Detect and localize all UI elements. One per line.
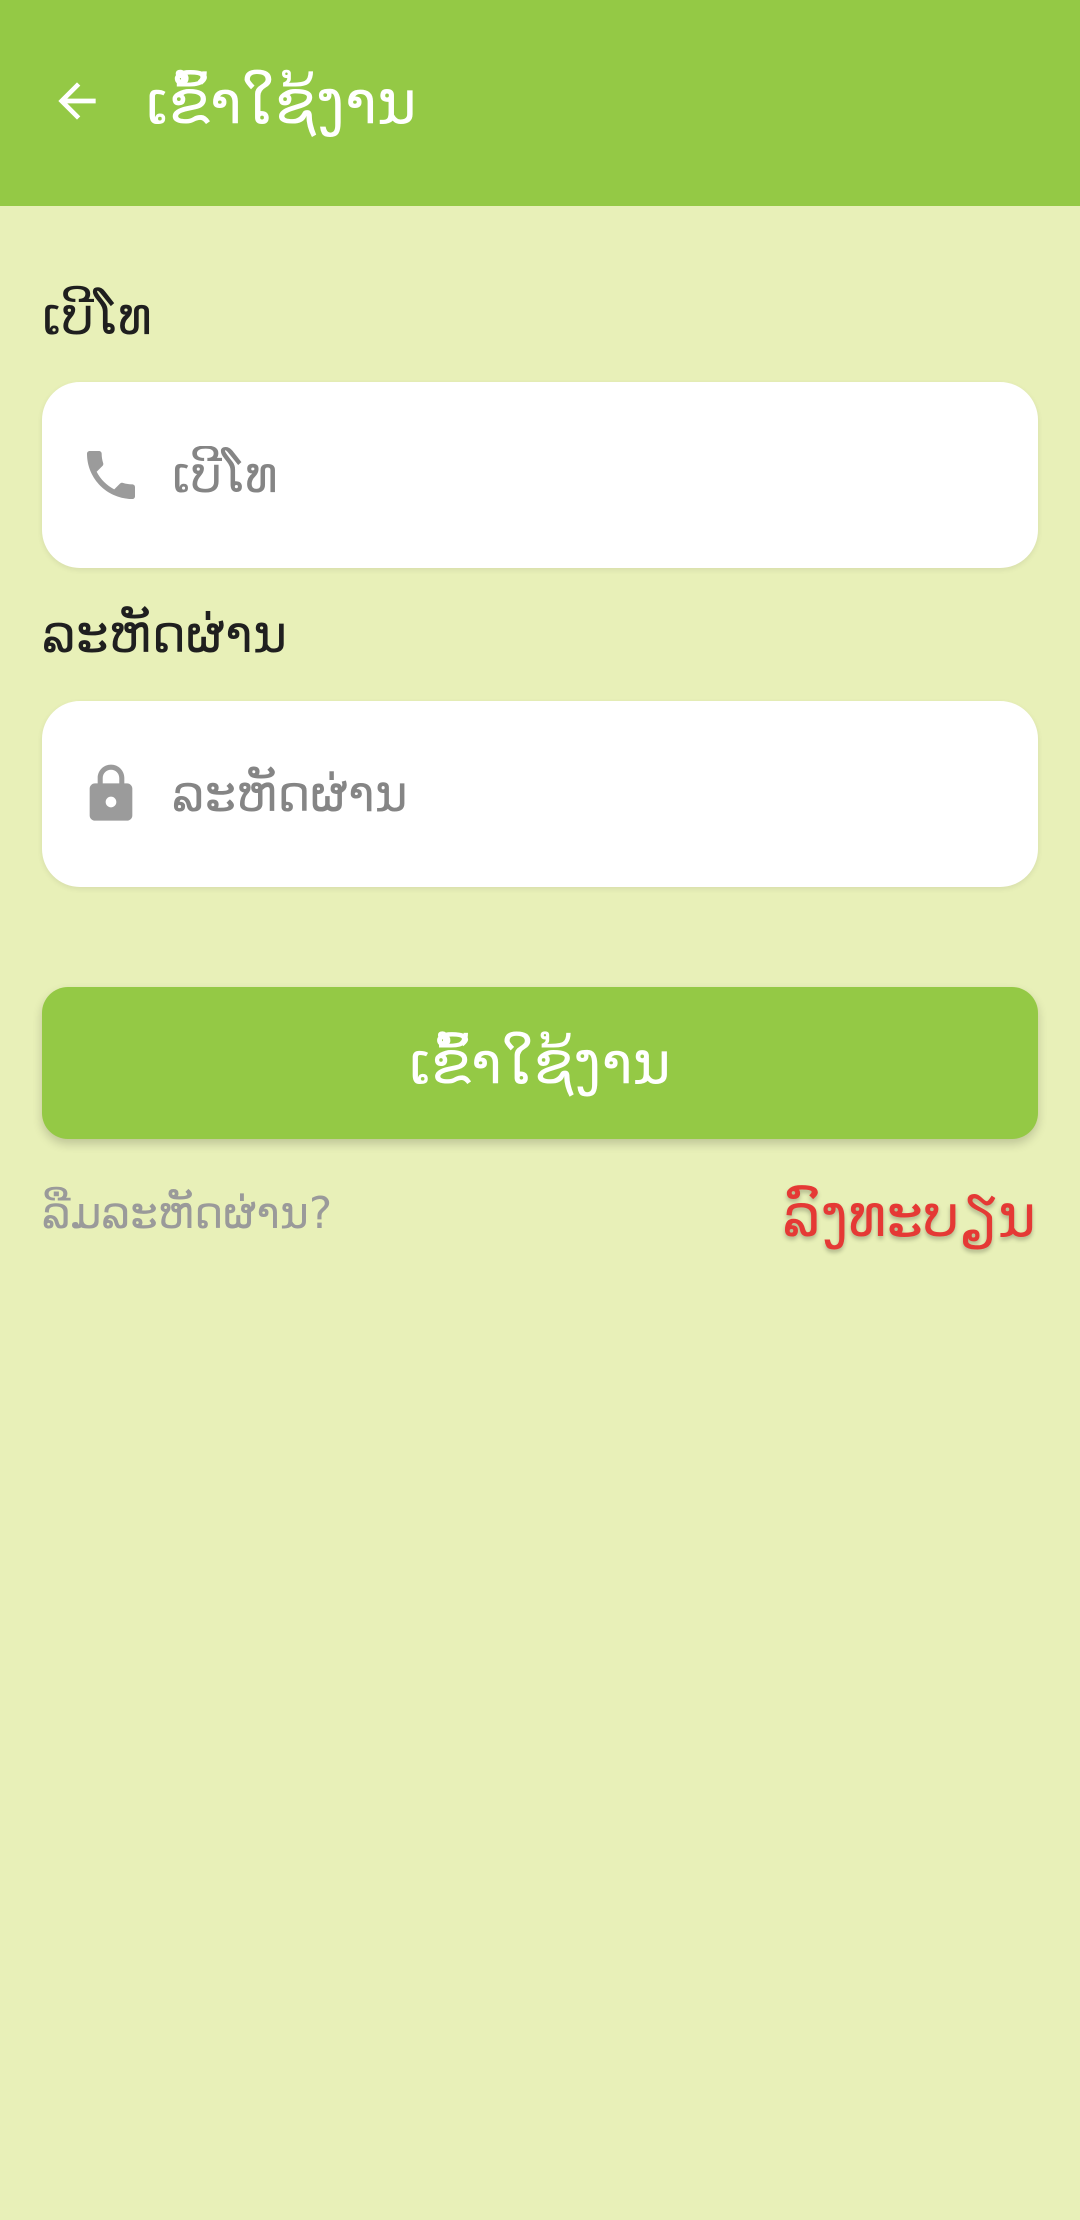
phone-label: ເບີໂທ (42, 287, 152, 347)
arrow-back-icon (58, 82, 96, 120)
app-bar: ເຂົ້າໃຊ້ງານ (0, 0, 1080, 206)
page-title: ເຂົ້າໃຊ້ງານ (146, 68, 417, 138)
login-button[interactable]: ເຂົ້າໃຊ້ງານ (42, 987, 1038, 1139)
phone-icon (78, 442, 144, 508)
password-field[interactable] (42, 701, 1038, 887)
back-button[interactable] (44, 68, 110, 134)
password-input[interactable] (172, 739, 992, 849)
register-link[interactable]: ລົງທະບຽນ (783, 1176, 1036, 1256)
password-label: ລະຫັດຜ່ານ (42, 605, 288, 665)
phone-field[interactable] (42, 382, 1038, 568)
phone-input[interactable] (172, 420, 992, 530)
forgot-password-link[interactable]: ລືມລະຫັດຜ່ານ? (42, 1184, 332, 1244)
login-button-label: ເຂົ້າໃຊ້ງານ (409, 1029, 671, 1097)
lock-icon (78, 761, 144, 827)
